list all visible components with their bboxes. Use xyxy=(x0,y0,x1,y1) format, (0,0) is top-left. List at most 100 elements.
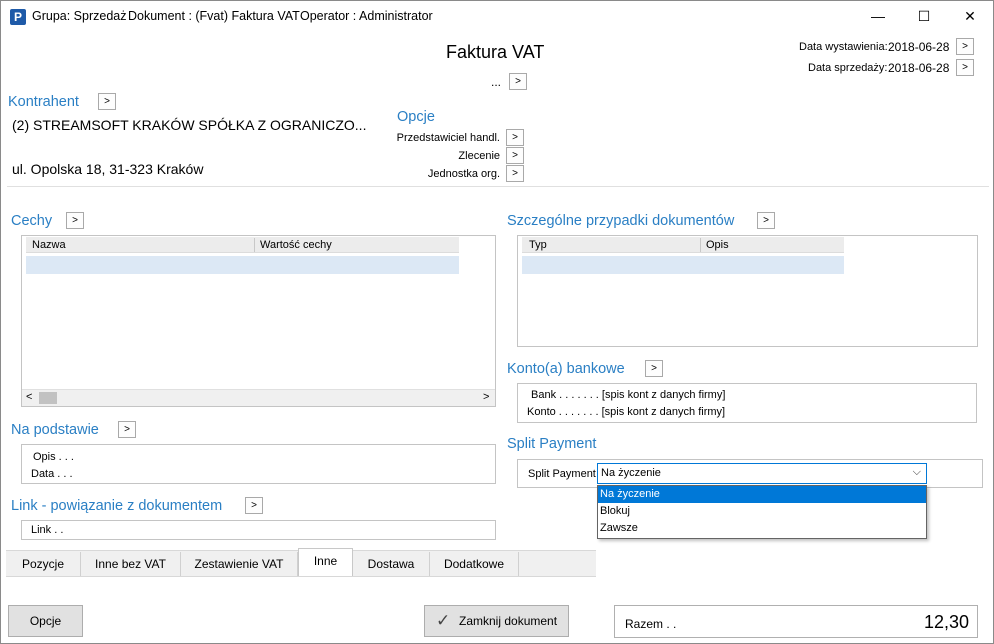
title-document: Dokument : (Fvat) Faktura VAT xyxy=(128,9,300,23)
date-sale-value: 2018-06-28 xyxy=(888,61,950,75)
option-org-unit-button[interactable]: > xyxy=(506,165,524,182)
date-sale-button[interactable]: > xyxy=(956,59,974,76)
chevron-right-icon: > xyxy=(104,96,110,107)
link-field: Link . . xyxy=(31,524,64,536)
split-payment-dropdown-list[interactable]: Na życzenie Blokuj Zawsze xyxy=(597,485,927,539)
split-payment-box: Split Payment Na życzenie ⌵ xyxy=(517,459,983,488)
special-cases-heading: Szczególne przypadki dokumentów xyxy=(507,213,735,229)
minimize-button[interactable]: — xyxy=(855,1,901,31)
scrollbar-thumb[interactable] xyxy=(39,392,57,404)
option-sales-rep-button[interactable]: > xyxy=(506,129,524,146)
chevron-right-icon: > xyxy=(962,62,968,73)
chevron-right-icon: > xyxy=(251,500,257,511)
chevron-down-icon: ⌵ xyxy=(912,466,921,478)
contractor-button[interactable]: > xyxy=(98,93,116,110)
features-grid-header: Nazwa Wartość cechy xyxy=(26,237,459,253)
column-header-type[interactable]: Typ xyxy=(529,237,547,253)
date-sale-label: Data sprzedaży: xyxy=(808,62,888,74)
close-document-button[interactable]: ✓ Zamknij dokument xyxy=(424,605,569,637)
dropdown-option-zawsze[interactable]: Zawsze xyxy=(598,520,926,537)
chevron-right-icon: > xyxy=(651,363,657,374)
close-icon: ✕ xyxy=(964,8,976,24)
bank-accounts-heading: Konto(a) bankowe xyxy=(507,361,625,377)
option-order-button[interactable]: > xyxy=(506,147,524,164)
close-window-button[interactable]: ✕ xyxy=(947,1,993,31)
split-payment-select[interactable]: Na życzenie ⌵ xyxy=(597,463,927,484)
title-bar: P Grupa: Sprzedaż Dokument : (Fvat) Fakt… xyxy=(1,1,993,31)
close-document-label: Zamknij dokument xyxy=(459,614,558,628)
tab-zestawienie-vat[interactable]: Zestawienie VAT xyxy=(181,552,298,576)
column-header-description[interactable]: Opis xyxy=(706,237,729,253)
table-row[interactable] xyxy=(26,256,459,274)
app-icon: P xyxy=(10,9,26,25)
features-button[interactable]: > xyxy=(66,212,84,229)
bank-accounts-button[interactable]: > xyxy=(645,360,663,377)
total-label: Razem . . xyxy=(625,617,677,631)
dropdown-option-na-zyczenie[interactable]: Na życzenie xyxy=(598,486,926,503)
column-header-value[interactable]: Wartość cechy xyxy=(260,237,332,253)
basis-date: Data . . . xyxy=(31,468,73,480)
chevron-right-icon: > xyxy=(962,41,968,52)
special-cases-grid[interactable]: Typ Opis xyxy=(517,235,978,347)
split-payment-value: Na życzenie xyxy=(601,467,661,479)
maximize-icon: ☐ xyxy=(917,8,931,24)
split-payment-heading: Split Payment xyxy=(507,436,597,452)
contractor-address: ul. Opolska 18, 31-323 Kraków xyxy=(12,161,204,177)
scroll-right-icon[interactable]: > xyxy=(483,391,489,403)
document-title: Faktura VAT xyxy=(446,42,545,62)
special-cases-button[interactable]: > xyxy=(757,212,775,229)
minimize-icon: — xyxy=(871,8,885,24)
chevron-right-icon: > xyxy=(512,150,518,161)
link-heading: Link - powiązanie z dokumentem xyxy=(11,498,223,514)
chevron-right-icon: > xyxy=(763,215,769,226)
document-number-button[interactable]: > xyxy=(509,73,527,90)
table-row[interactable] xyxy=(522,256,844,274)
tab-pozycje[interactable]: Pozycje xyxy=(6,552,81,576)
basis-heading: Na podstawie xyxy=(11,422,99,438)
option-sales-rep-label: Przedstawiciel handl. xyxy=(396,132,500,144)
basis-button[interactable]: > xyxy=(118,421,136,438)
total-value: 12,30 xyxy=(923,612,969,632)
title-operator: Operator : Administrator xyxy=(300,9,433,23)
title-group: Grupa: Sprzedaż xyxy=(32,9,127,23)
tab-inne[interactable]: Inne xyxy=(298,548,353,576)
options-button[interactable]: Opcje xyxy=(8,605,83,637)
account-line: Konto . . . . . . . [spis kont z danych … xyxy=(527,406,726,418)
tab-dostawa[interactable]: Dostawa xyxy=(353,552,430,576)
section-divider xyxy=(7,186,989,187)
date-issue-label: Data wystawienia: xyxy=(799,41,888,53)
link-button[interactable]: > xyxy=(245,497,263,514)
total-box: Razem . . 12,30 xyxy=(614,605,978,638)
contractor-heading: Kontrahent xyxy=(8,94,79,110)
split-payment-label: Split Payment xyxy=(528,468,596,480)
special-cases-grid-header: Typ Opis xyxy=(522,237,844,253)
features-heading: Cechy xyxy=(11,213,53,229)
features-horizontal-scrollbar[interactable]: < > xyxy=(22,389,495,406)
chevron-right-icon: > xyxy=(512,132,518,143)
maximize-button[interactable]: ☐ xyxy=(901,1,947,31)
option-order-label: Zlecenie xyxy=(458,150,500,162)
checkmark-icon: ✓ xyxy=(436,611,451,630)
tabs-bar: Pozycje Inne bez VAT Zestawienie VAT Inn… xyxy=(6,548,596,576)
chevron-right-icon: > xyxy=(512,168,518,179)
bank-accounts-box: Bank . . . . . . . [spis kont z danych f… xyxy=(517,383,977,423)
features-grid[interactable]: Nazwa Wartość cechy < > xyxy=(21,235,496,407)
date-issue-button[interactable]: > xyxy=(956,38,974,55)
option-org-unit-label: Jednostka org. xyxy=(427,168,500,180)
basis-description: Opis . . . xyxy=(33,451,74,463)
dropdown-option-blokuj[interactable]: Blokuj xyxy=(598,503,926,520)
chevron-right-icon: > xyxy=(515,76,521,87)
options-heading: Opcje xyxy=(397,109,435,125)
column-header-name[interactable]: Nazwa xyxy=(32,237,66,253)
contractor-name: (2) STREAMSOFT KRAKÓW SPÓŁKA Z OGRANICZO… xyxy=(12,117,367,133)
document-number: ... xyxy=(491,75,502,89)
scroll-left-icon[interactable]: < xyxy=(26,391,32,403)
tab-inne-bez-vat[interactable]: Inne bez VAT xyxy=(81,552,181,576)
date-issue-value: 2018-06-28 xyxy=(888,40,950,54)
link-box: Link . . xyxy=(21,520,496,540)
chevron-right-icon: > xyxy=(72,215,78,226)
tab-dodatkowe[interactable]: Dodatkowe xyxy=(430,552,519,576)
basis-box: Opis . . . Data . . . xyxy=(21,444,496,484)
bank-line: Bank . . . . . . . [spis kont z danych f… xyxy=(531,389,726,401)
chevron-right-icon: > xyxy=(124,424,130,435)
